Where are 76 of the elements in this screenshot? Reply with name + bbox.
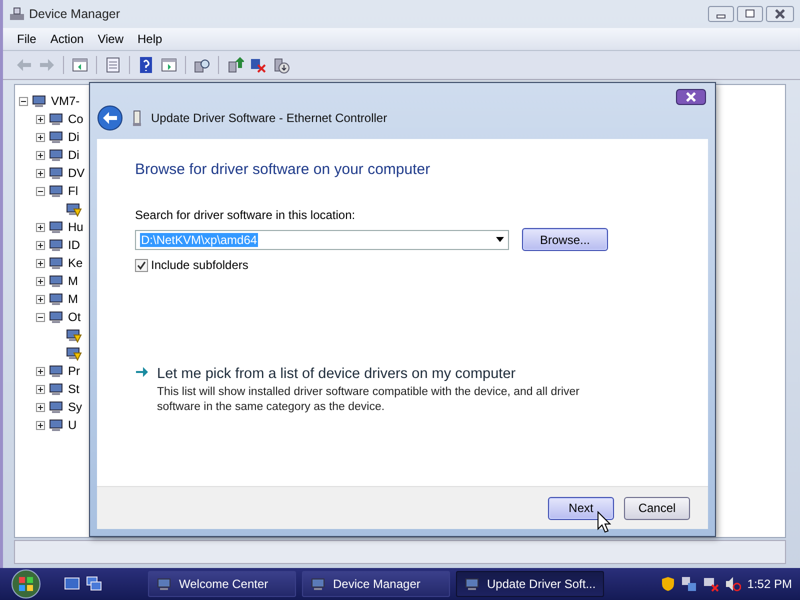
help-icon[interactable] <box>137 56 155 74</box>
network-disconnected-icon[interactable] <box>703 576 720 592</box>
rollback-icon[interactable] <box>272 56 290 74</box>
expand-icon[interactable] <box>36 402 45 412</box>
expand-icon[interactable] <box>36 420 45 430</box>
properties-icon[interactable] <box>104 56 122 74</box>
tree-item[interactable]: U <box>68 418 77 432</box>
collapse-icon[interactable] <box>36 312 45 322</box>
expand-icon[interactable] <box>36 168 45 178</box>
tree-item[interactable]: Ot <box>68 310 81 324</box>
app-icon <box>465 576 481 592</box>
clock[interactable]: 1:52 PM <box>747 577 792 591</box>
app-icon <box>157 576 173 592</box>
taskbar-button[interactable]: Device Manager <box>302 571 450 597</box>
expand-icon[interactable] <box>36 366 45 376</box>
tree-item[interactable]: DV <box>68 166 85 180</box>
arrow-icon <box>135 366 149 378</box>
device-icon <box>131 109 143 127</box>
tree-item[interactable]: Pr <box>68 364 80 378</box>
option-description: This list will show installed driver software compatible with the device, and all driver software in the same category as the device. <box>157 385 580 415</box>
checkbox-label: Include subfolders <box>151 258 248 272</box>
update-driver-icon[interactable] <box>226 56 244 74</box>
tree-item[interactable]: Di <box>68 148 80 162</box>
menu-item[interactable]: View <box>92 32 130 46</box>
tree-item[interactable]: Fl <box>68 184 78 198</box>
cancel-button[interactable]: Cancel <box>624 496 690 520</box>
shield-icon[interactable] <box>661 576 676 592</box>
expand-icon[interactable] <box>36 258 45 268</box>
expand-icon[interactable] <box>36 150 45 160</box>
tree-item[interactable]: Di <box>68 130 80 144</box>
expand-icon[interactable] <box>36 240 45 250</box>
dialog-title: Update Driver Software - Ethernet Controller <box>151 111 388 125</box>
field-label: Search for driver software in this location: <box>135 208 356 222</box>
back-button[interactable] <box>97 105 123 131</box>
tree-item[interactable]: Hu <box>68 220 84 234</box>
expand-icon[interactable] <box>36 132 45 142</box>
window-title: Device Manager <box>29 7 120 21</box>
taskbar-button[interactable]: Welcome Center <box>148 571 296 597</box>
tree-item[interactable]: M <box>68 292 78 306</box>
expand-icon[interactable] <box>36 294 45 304</box>
mouse-cursor-icon <box>597 511 611 533</box>
window-switch-icon[interactable] <box>86 576 102 592</box>
collapse-icon[interactable] <box>36 186 45 196</box>
menu-item[interactable]: Help <box>132 32 168 46</box>
network-icon[interactable] <box>681 576 698 592</box>
uninstall-icon[interactable] <box>249 56 267 74</box>
app-icon <box>9 6 25 22</box>
app-icon <box>311 576 327 592</box>
maximize-button[interactable] <box>737 6 763 22</box>
expand-icon[interactable] <box>36 276 45 286</box>
expand-icon[interactable] <box>36 384 45 394</box>
next-button[interactable]: Next <box>548 496 614 520</box>
close-button[interactable] <box>676 89 706 105</box>
minimize-button[interactable] <box>708 6 734 22</box>
expand-icon[interactable] <box>36 114 45 124</box>
tree-item[interactable]: VM7- <box>51 94 80 108</box>
menu-item[interactable]: File <box>11 32 42 46</box>
tree-item[interactable]: Sy <box>68 400 82 414</box>
volume-muted-icon[interactable] <box>725 576 742 592</box>
browse-button[interactable]: Browse... <box>522 228 608 251</box>
desktop-icon[interactable] <box>64 576 80 592</box>
taskbar-button[interactable]: Update Driver Soft... <box>456 571 604 597</box>
tree-item[interactable]: ID <box>68 238 80 252</box>
checkbox[interactable] <box>135 258 148 272</box>
menu-item[interactable]: Action <box>44 32 90 46</box>
collapse-icon[interactable] <box>19 96 28 106</box>
pane-icon[interactable] <box>71 56 89 74</box>
tree-item[interactable]: Co <box>68 112 84 126</box>
tree-item[interactable]: M <box>68 274 78 288</box>
expand-icon[interactable] <box>36 222 45 232</box>
close-button[interactable] <box>766 6 794 22</box>
tree-item[interactable]: Ke <box>68 256 83 270</box>
dialog-heading: Browse for driver software on your computer <box>135 161 432 178</box>
option-link[interactable]: Let me pick from a list of device drivers on my computer <box>157 366 617 382</box>
tree-item[interactable]: St <box>68 382 80 396</box>
action-pane-icon[interactable] <box>160 56 178 74</box>
